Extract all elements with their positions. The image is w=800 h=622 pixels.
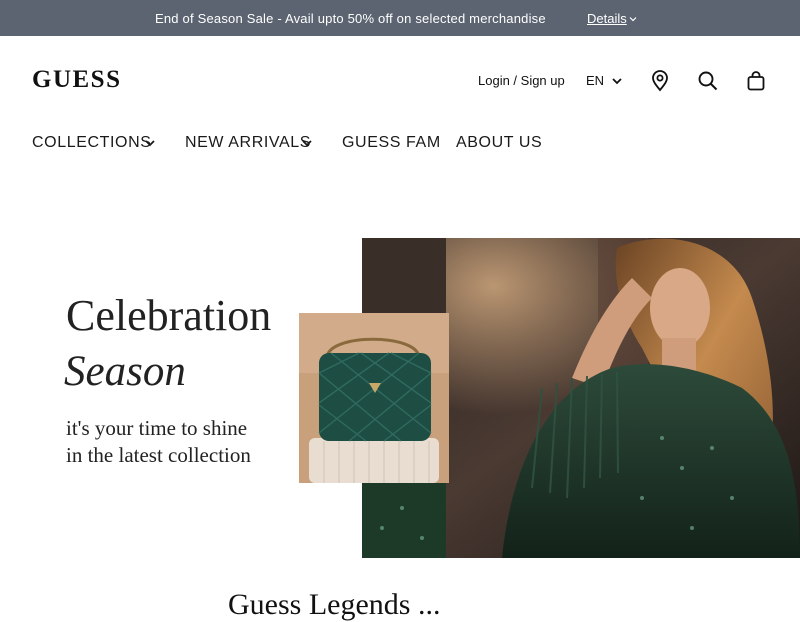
brand-logo[interactable]: GUESS (32, 66, 121, 94)
login-signup-link[interactable]: Login / Sign up (478, 73, 565, 88)
nav-item-about-us[interactable]: ABOUT US (456, 134, 542, 152)
chevron-down-icon[interactable] (301, 138, 313, 148)
nav-item-guess-fam[interactable]: GUESS FAM (342, 134, 441, 152)
section-heading: Guess Legends ... (228, 588, 441, 621)
promo-message: End of Season Sale - Avail upto 50% off … (155, 11, 546, 26)
nav-item-new-arrivals[interactable]: NEW ARRIVALS (185, 134, 311, 152)
handbag-photo (299, 313, 449, 483)
hero-banner[interactable]: Celebration Season it's your time to shi… (0, 238, 800, 558)
promo-details-link[interactable]: Details (587, 11, 627, 26)
chevron-down-icon[interactable] (144, 138, 156, 148)
language-selector[interactable]: EN (586, 73, 604, 88)
chevron-down-icon[interactable] (611, 76, 623, 86)
hero-title: Celebration (66, 291, 272, 340)
nav-item-collections[interactable]: COLLECTIONS (32, 134, 152, 152)
promo-bar: End of Season Sale - Avail upto 50% off … (0, 0, 800, 36)
hero-tagline: it's your time to shine in the latest co… (66, 416, 251, 467)
search-icon[interactable] (697, 70, 719, 92)
chevron-down-icon[interactable] (629, 15, 637, 23)
location-pin-icon[interactable] (650, 70, 670, 92)
shopping-bag-icon[interactable] (746, 70, 766, 92)
hero-subtitle: Season (64, 348, 186, 395)
